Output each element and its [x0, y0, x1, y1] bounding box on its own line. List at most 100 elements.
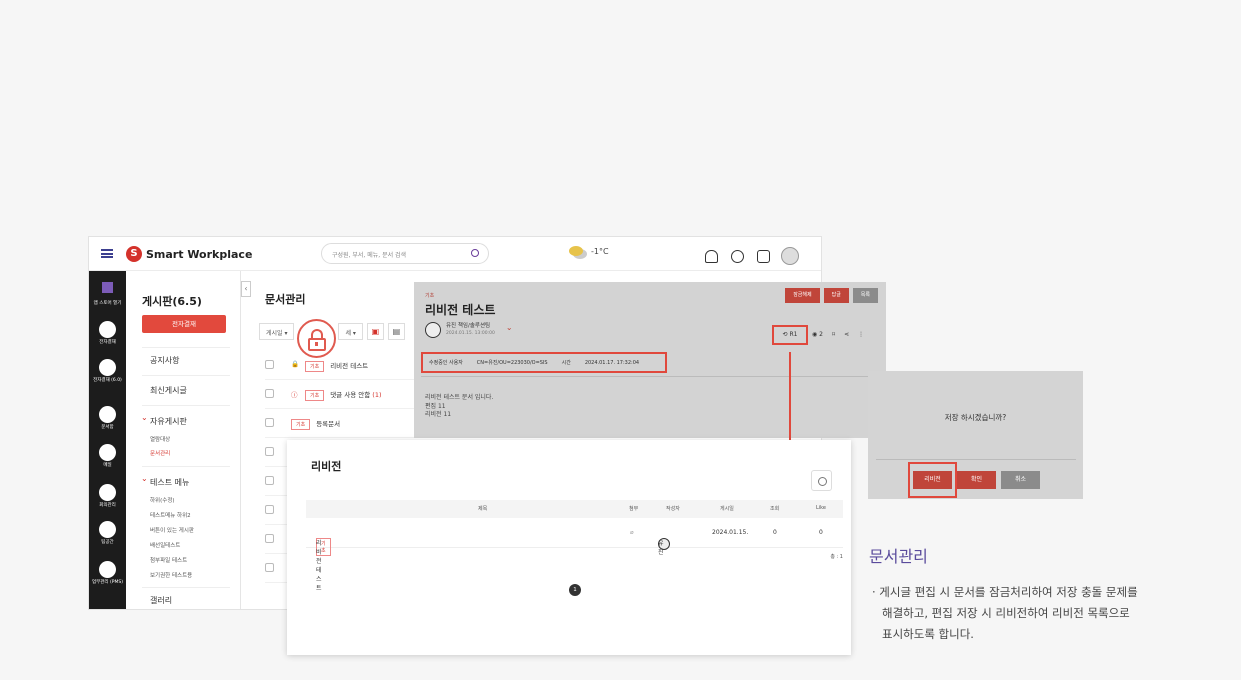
sidebar-item-gallery[interactable]: 갤러리 [150, 595, 172, 606]
doc-body: 리비전 테스트 문서 입니다. 편집 11 리비전 11 [425, 394, 494, 418]
rail-mail[interactable]: 메일 [89, 444, 126, 468]
docbox-icon [99, 406, 116, 423]
divider [876, 459, 1076, 460]
divider [142, 466, 230, 467]
caption-line: 표시하도록 합니다. [882, 627, 974, 641]
revision-table-header: 제목 첨부 작성자 게시일 조회 Like [306, 500, 843, 518]
left-rail: 앱 스토어 열기 전자결재 전자결재 (6.0) 문서함 메일 회의관리 팀공간… [89, 271, 126, 609]
row-checkbox[interactable] [265, 534, 274, 543]
row-title[interactable]: 등록문서 [316, 420, 340, 428]
revision-total: 총 : 1 [830, 554, 843, 560]
rail-team[interactable]: 팀공간 [89, 521, 126, 545]
bell-icon[interactable] [705, 249, 718, 263]
doc-author: 유진 책임/솔루션팀 2024.01.15. 13:00:00 ⌄ [425, 322, 513, 338]
cancel-button[interactable]: 취소 [1001, 471, 1040, 489]
comment-count: (1) [372, 391, 382, 399]
logo-text: Smart Workplace [146, 247, 253, 261]
row-title[interactable]: 댓글 사용 안함 [330, 391, 370, 399]
top-bar: S Smart Workplace 구성원, 부서, 메뉴, 문서 검색 -1°… [89, 237, 821, 271]
sidebar: 게시판(6.5) 전자결재 공지사항 최신게시글 자유게시판 열람대상 문서관리… [126, 271, 241, 609]
row-title[interactable]: 리비전 테스트 [330, 362, 368, 370]
list-button[interactable]: 목록 [852, 288, 878, 303]
menu-icon[interactable] [101, 249, 113, 258]
sidebar-item-latest[interactable]: 최신게시글 [150, 385, 187, 396]
sidebar-item-free-board[interactable]: 자유게시판 [141, 413, 187, 427]
weather-icon [569, 246, 583, 256]
pdf-icon[interactable]: ▣ [366, 323, 384, 340]
revision-title: 리비전 [311, 460, 342, 473]
approval-button[interactable]: 전자결재 [142, 315, 226, 333]
rail-app-store[interactable]: 앱 스토어 열기 [89, 279, 126, 306]
sidebar-sub-item-active[interactable]: 문서관리 [150, 449, 170, 457]
row-checkbox[interactable] [265, 476, 274, 485]
trash-icon[interactable]: ▤ [387, 323, 405, 340]
bookmark-icon[interactable]: ⌑ [832, 331, 835, 338]
document-icon [99, 359, 116, 376]
search-input[interactable]: 구성원, 부서, 메뉴, 문서 검색 [321, 243, 489, 264]
sidebar-sub-item[interactable]: 하위(수정) [150, 496, 175, 504]
row-checkbox[interactable] [265, 389, 274, 398]
sidebar-item-notice[interactable]: 공지사항 [150, 355, 179, 366]
date-filter-select[interactable]: 게시일 ▾ [259, 323, 295, 340]
category-tag: 기초 [305, 361, 325, 372]
revision-save-button[interactable]: 리비전 [913, 471, 952, 489]
pms-icon [99, 561, 116, 578]
category-tag: 기초 [291, 419, 311, 430]
row-checkbox[interactable] [265, 505, 274, 514]
team-icon [99, 521, 116, 538]
pagination-page[interactable]: 1 [569, 584, 581, 596]
logo[interactable]: S Smart Workplace [126, 246, 252, 262]
doc-tools: ◉ 2 ⌑ ⋖ ⋮ [812, 331, 864, 338]
gear-icon[interactable] [731, 249, 744, 263]
page-title: 문서관리 [265, 293, 306, 306]
top-icons [705, 247, 799, 265]
revision-row[interactable]: 기초 리비전 테스트 ⌀ 유진 2024.01.15. 0 0 [306, 520, 843, 592]
doc-category: 기초 [425, 293, 435, 299]
approval-icon [99, 321, 116, 338]
lock-highlight-icon [297, 319, 336, 358]
author-name: 유진 책임/솔루션팀 [446, 323, 491, 329]
unlock-button[interactable]: 잠금해제 [785, 288, 820, 303]
category-tag: 기초 [305, 390, 325, 401]
sidebar-sub-item[interactable]: 보기권한 테스트용 [150, 571, 192, 579]
alert-icon: ⓘ [291, 391, 298, 399]
revision-row-title[interactable]: 리비전 테스트 [316, 538, 322, 592]
author-avatar [425, 322, 441, 338]
divider [421, 376, 879, 377]
sidebar-item-test-menu[interactable]: 테스트 메뉴 [141, 474, 189, 488]
row-checkbox[interactable] [265, 447, 274, 456]
author-date: 2024.01.15. 13:00:00 [446, 331, 495, 336]
divider [142, 347, 230, 348]
sidebar-sub-item[interactable]: 첨부파일 테스트 [150, 556, 187, 564]
rail-approval-6[interactable]: 전자결재 (6.0) [89, 359, 126, 383]
share-icon[interactable]: ⋖ [844, 331, 849, 338]
row-checkbox[interactable] [265, 418, 274, 427]
sidebar-sub-item[interactable]: 버튼이 있는 게시판 [150, 526, 194, 534]
search-icon[interactable] [471, 249, 479, 257]
divider [142, 405, 230, 406]
chevron-down-icon[interactable]: ⌄ [506, 323, 513, 332]
sidebar-sub-item[interactable]: 테스트메뉴 하위2 [150, 511, 191, 519]
document-detail-panel: 기초 리비전 테스트 잠금해제 답글 목록 유진 책임/솔루션팀 2024.01… [414, 282, 886, 438]
row-checkbox[interactable] [265, 563, 274, 572]
mail-icon [99, 444, 116, 461]
sidebar-sub-item[interactable]: 열람대상 [150, 435, 170, 443]
revision-button[interactable]: ⟲ R1 [772, 325, 808, 345]
logout-icon[interactable] [757, 249, 770, 263]
reply-button[interactable]: 답글 [823, 288, 849, 303]
save-confirm-dialog: 저장 하시겠습니까? 리비전 확인 취소 [868, 371, 1083, 499]
ok-button[interactable]: 확인 [957, 471, 996, 489]
view-select[interactable]: 세 ▾ [338, 323, 363, 340]
settings-icon[interactable] [811, 470, 832, 491]
attachment-icon[interactable]: ⌀ [630, 529, 634, 536]
doc-actions: 잠금해제 답글 목록 [785, 288, 878, 303]
collapse-sidebar-button[interactable]: ‹ [241, 281, 251, 297]
rail-approval[interactable]: 전자결재 [89, 321, 126, 345]
avatar[interactable] [781, 247, 799, 265]
rail-meeting[interactable]: 회의관리 [89, 484, 126, 508]
row-checkbox[interactable] [265, 360, 274, 369]
more-icon[interactable]: ⋮ [858, 331, 864, 338]
sidebar-sub-item[interactable]: 배선일테스트 [150, 541, 180, 549]
rail-pms[interactable]: 업무관리 (PMS) [89, 561, 126, 585]
rail-docbox[interactable]: 문서함 [89, 406, 126, 430]
